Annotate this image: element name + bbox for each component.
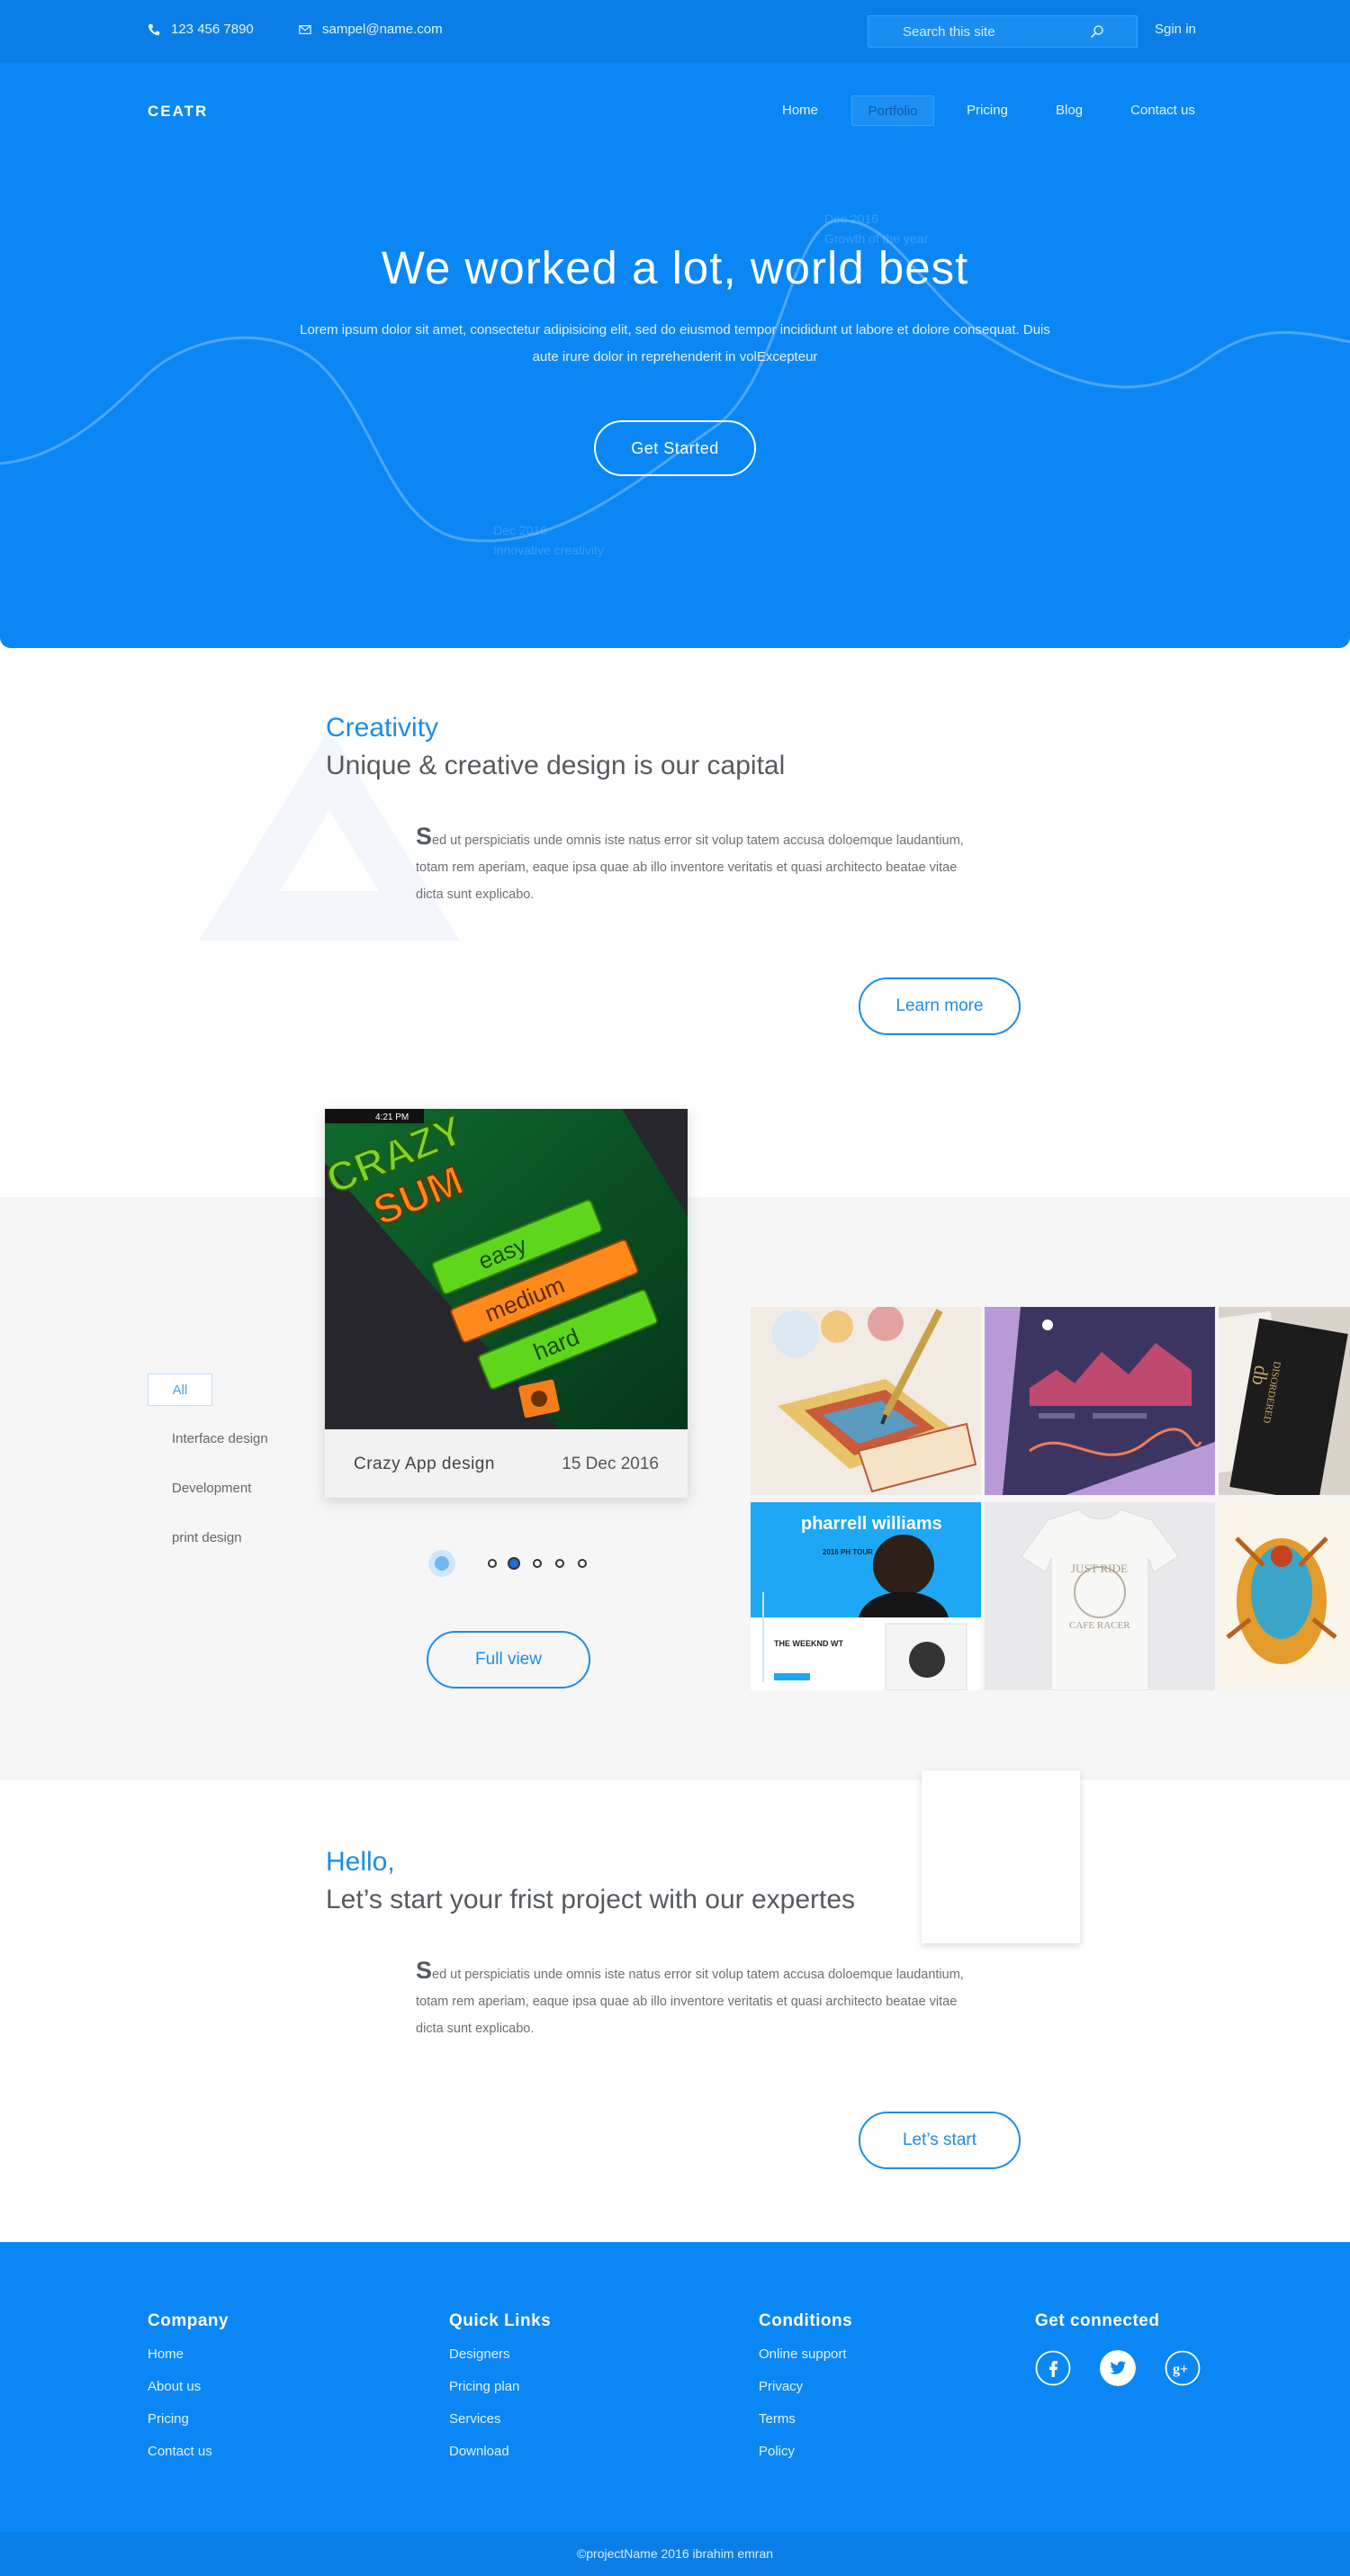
app-mockup-illustration: 4:21 PM CRAZY SUM easy medium hard [325,1109,688,1429]
tshirt-image: JUST RIDE CAFE RACER [985,1502,1215,1690]
footer-quick-title: Quick Links [449,2311,552,2330]
search-box [868,15,1138,48]
carousel-dot-2[interactable] [508,1557,520,1570]
mail-icon [299,24,311,34]
carousel-dot-4[interactable] [555,1559,564,1568]
floating-paper-card [922,1770,1080,1943]
search-icon[interactable] [1090,24,1104,39]
carousel-dot-3[interactable] [533,1559,542,1568]
tile-beetle-illustration[interactable] [1219,1502,1350,1690]
pencil-illustration-image [751,1307,981,1495]
status-time: 4:21 PM [375,1112,409,1122]
nav-portfolio[interactable]: Portfolio [851,95,934,126]
poster-sub: THE WEEKND WT [774,1639,843,1648]
tile-business-cards[interactable]: db DISORDERED [1219,1307,1350,1495]
filter-all[interactable]: All [148,1374,212,1406]
phone-contact[interactable]: 123 456 7890 [148,22,254,37]
project-kicker: Hello, [326,1847,395,1877]
carousel-dot-1[interactable] [488,1559,497,1568]
facebook-icon[interactable] [1035,2350,1071,2386]
dropcap: S [416,1957,433,1984]
filter-interface-design[interactable]: Interface design [148,1423,292,1455]
ghost-date: Dec 2016 [824,212,878,226]
email-contact[interactable]: sampel@name.com [299,22,443,37]
creativity-body: Sed ut perspiciatis unde omnis iste natu… [416,823,974,908]
full-view-button[interactable]: Full view [427,1631,590,1689]
shirt-text: JUST RIDE [1071,1562,1128,1575]
top-bar: 123 456 7890 sampel@name.com Sgin in [0,0,1350,63]
footer [0,2242,1350,2532]
hero-section: CEATR Home Portfolio Pricing Blog Contac… [0,63,1350,648]
google-plus-icon[interactable]: g+ [1165,2350,1201,2386]
search-input[interactable] [903,16,1092,47]
creativity-title: Unique & creative design is our capital [326,751,786,780]
signin-link[interactable]: Sgin in [1155,22,1196,37]
nav-contact[interactable]: Contact us [1120,95,1206,126]
get-started-button[interactable]: Get Started [594,420,756,476]
phone-number: 123 456 7890 [171,22,254,37]
footer-link-pricing-plan[interactable]: Pricing plan [449,2379,519,2394]
creativity-kicker: Creativity [326,713,439,743]
learn-more-button[interactable]: Learn more [859,977,1021,1035]
svg-text:g+: g+ [1173,2362,1188,2377]
music-poster-image: pharrell williams 2016 PH TOUR THE WEEKN… [751,1502,981,1690]
project-text: ed ut perspiciatis unde omnis iste natus… [416,1968,964,2036]
nav-home[interactable]: Home [772,95,828,126]
portfolio-card[interactable]: 4:21 PM CRAZY SUM easy medium hard Crazy… [325,1109,688,1498]
footer-link-about[interactable]: About us [148,2379,201,2394]
beetle-illustration-image [1219,1502,1350,1690]
footer-link-download[interactable]: Download [449,2444,509,2459]
hero-title: We worked a lot, world best [381,242,969,293]
footer-conditions-title: Conditions [759,2311,853,2330]
crazy-sum-app-image: 4:21 PM CRAZY SUM easy medium hard [325,1109,688,1429]
filter-print-design[interactable]: print design [148,1522,292,1554]
copyright-bar: ©projectName 2016 ibrahim emran [0,2532,1350,2576]
footer-link-privacy[interactable]: Privacy [759,2379,803,2394]
creativity-text: ed ut perspiciatis unde omnis iste natus… [416,833,964,902]
hero-subtitle: Lorem ipsum dolor sit amet, consectetur … [300,322,1050,365]
poster-tour: 2016 PH TOUR [823,1548,873,1556]
footer-company-title: Company [148,2311,230,2330]
carousel-dot-5[interactable] [578,1559,587,1568]
copyright-text: ©projectName 2016 ibrahim emran [576,2546,774,2561]
poster-title: pharrell williams [801,1514,942,1534]
tile-tshirt[interactable]: JUST RIDE CAFE RACER [985,1502,1215,1690]
footer-link-terms[interactable]: Terms [759,2411,796,2427]
ghost-text: Innovative creativity [493,543,604,557]
tile-dashboard-app[interactable] [985,1307,1215,1495]
carousel-highlight-core [435,1556,449,1571]
footer-link-pricing[interactable]: Pricing [148,2411,189,2427]
card-footer: Crazy App design 15 Dec 2016 [325,1429,688,1498]
portfolio-grid: db DISORDERED pharrell williams 2016 PH … [751,1307,1350,1690]
card-title: Crazy App design [354,1455,495,1473]
footer-link-online-support[interactable]: Online support [759,2346,847,2362]
footer-social-title: Get connected [1035,2311,1160,2330]
phone-icon [148,23,160,35]
brand-logo[interactable]: CEATR [148,103,208,121]
nav-pricing[interactable]: Pricing [958,95,1017,126]
twitter-icon[interactable] [1100,2350,1136,2386]
project-body: Sed ut perspiciatis unde omnis iste natu… [416,1957,974,2042]
dropcap: S [416,823,433,850]
tile-music-poster[interactable]: pharrell williams 2016 PH TOUR THE WEEKN… [751,1502,981,1690]
footer-link-contact[interactable]: Contact us [148,2444,212,2459]
dashboard-app-image [985,1307,1215,1495]
tile-pencil-illustration[interactable] [751,1307,981,1495]
project-title: Let’s start your frist project with our … [326,1885,856,1914]
lets-start-button[interactable]: Let’s start [859,2112,1021,2169]
footer-link-home[interactable]: Home [148,2346,184,2362]
footer-link-designers[interactable]: Designers [449,2346,510,2362]
ghost-label-innovation: Dec 2016 Innovative creativity [493,520,604,560]
email-address: sampel@name.com [322,22,443,37]
business-card-image: db DISORDERED [1219,1307,1350,1495]
footer-link-services[interactable]: Services [449,2411,501,2427]
nav-blog[interactable]: Blog [1044,95,1094,126]
shirt-sub: CAFE RACER [1069,1620,1130,1631]
card-date: 15 Dec 2016 [562,1455,659,1473]
filter-development[interactable]: Development [148,1473,292,1505]
footer-link-policy[interactable]: Policy [759,2444,795,2459]
ghost-date: Dec 2016 [493,523,547,537]
